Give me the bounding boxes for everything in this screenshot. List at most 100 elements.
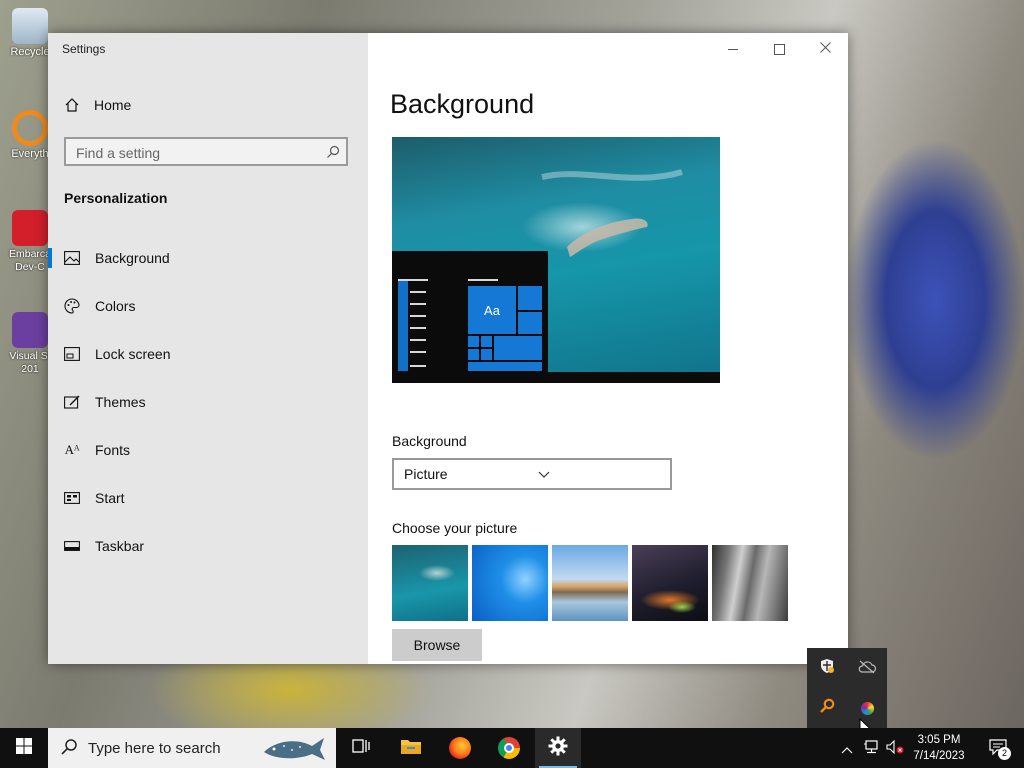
search-icon xyxy=(326,144,340,163)
preview-menu-line xyxy=(468,279,498,281)
show-hidden-icons-button[interactable] xyxy=(836,728,858,768)
sidebar-item-label: Background xyxy=(95,250,170,266)
preview-menu-line xyxy=(410,303,426,305)
home-icon xyxy=(64,97,80,113)
shield-icon xyxy=(819,658,835,678)
start-icon xyxy=(64,490,80,506)
volume-muted-icon xyxy=(886,739,904,758)
preview-taskbar xyxy=(392,372,720,383)
sidebar-item-background[interactable]: Background xyxy=(48,234,368,282)
sidebar-item-label: Taskbar xyxy=(95,538,145,554)
chevron-down-icon xyxy=(528,466,662,482)
preview-menu-line xyxy=(410,339,426,341)
taskbar-search-placeholder: Type here to search xyxy=(88,739,221,757)
preview-menu-line xyxy=(410,315,426,317)
browse-button[interactable]: Browse xyxy=(392,629,482,661)
sidebar-item-taskbar[interactable]: Taskbar xyxy=(48,522,368,570)
sidebar-item-themes[interactable]: Themes xyxy=(48,378,368,426)
taskbar-search-box[interactable]: Type here to search xyxy=(48,728,336,768)
dev-cpp-icon xyxy=(12,210,48,246)
palette-icon xyxy=(64,298,80,314)
find-setting-input[interactable] xyxy=(66,139,318,166)
notification-count-badge: 2 xyxy=(998,747,1011,760)
thumbnail-beach[interactable] xyxy=(552,545,628,621)
themes-icon xyxy=(64,394,80,410)
chrome-icon xyxy=(498,737,520,759)
sidebar-item-label: Lock screen xyxy=(95,346,171,362)
preview-tile xyxy=(493,335,543,361)
thumbnail-windows[interactable] xyxy=(472,545,548,621)
sidebar-item-label: Themes xyxy=(95,394,146,410)
home-link[interactable]: Home xyxy=(64,97,131,113)
search-icon xyxy=(60,738,78,760)
firefox-icon xyxy=(449,737,471,759)
cloud-offline-icon xyxy=(858,659,877,678)
tray-icon-onedrive[interactable] xyxy=(847,648,887,688)
section-title: Personalization xyxy=(64,190,168,206)
sidebar-item-fonts[interactable]: Aᴬ Fonts xyxy=(48,426,368,474)
tray-icon-everything[interactable] xyxy=(807,688,847,728)
sidebar-item-start[interactable]: Start xyxy=(48,474,368,522)
file-explorer-button[interactable] xyxy=(388,728,434,768)
clock-time: 3:05 PM xyxy=(917,734,961,746)
clock-date: 7/14/2023 xyxy=(913,750,965,762)
task-view-button[interactable] xyxy=(338,728,384,768)
preview-menu-line xyxy=(410,365,426,367)
sidebar-item-label: Fonts xyxy=(95,442,131,458)
color-wheel-icon xyxy=(860,701,874,715)
sidebar-item-colors[interactable]: Colors xyxy=(48,282,368,330)
background-type-dropdown[interactable]: Picture xyxy=(392,458,672,490)
thumbnail-night-sky[interactable] xyxy=(632,545,708,621)
recycle-bin-icon xyxy=(12,8,48,44)
firefox-button[interactable] xyxy=(437,728,483,768)
preview-tile xyxy=(467,348,480,361)
picture-thumbnails xyxy=(392,545,792,621)
whale-shark-icon xyxy=(262,734,326,766)
network-button[interactable] xyxy=(860,728,882,768)
dropdown-value: Picture xyxy=(404,466,448,482)
find-setting-box[interactable] xyxy=(64,137,348,166)
gear-icon xyxy=(548,736,568,760)
settings-taskbar-button[interactable] xyxy=(535,728,581,768)
tray-icon-security[interactable] xyxy=(807,648,847,688)
preview-tile-aa: Aa xyxy=(467,285,517,335)
preview-menu-line xyxy=(410,351,426,353)
window-title: Settings xyxy=(62,42,106,56)
preview-tile xyxy=(480,348,493,361)
magnifier-orange-icon xyxy=(819,698,835,718)
background-type-label: Background xyxy=(392,433,467,449)
settings-main: Background Aa Background Picture Choose … xyxy=(368,33,848,664)
lock-screen-icon xyxy=(64,346,80,362)
task-view-icon xyxy=(352,738,370,758)
personalization-nav: Background Colors Lock screen Themes Aᴬ … xyxy=(48,234,368,570)
preview-menu-line xyxy=(410,291,426,293)
tray-overflow-popup xyxy=(807,648,887,728)
sidebar-item-lock-screen[interactable]: Lock screen xyxy=(48,330,368,378)
thumbnail-cliff[interactable] xyxy=(712,545,788,621)
taskbar-clock[interactable]: 3:05 PM 7/14/2023 xyxy=(906,732,972,764)
preview-tile xyxy=(467,335,480,348)
thumbnail-underwater[interactable] xyxy=(392,545,468,621)
background-preview: Aa xyxy=(392,137,720,383)
preview-menu-line xyxy=(398,279,428,281)
home-label: Home xyxy=(94,97,132,113)
network-icon xyxy=(863,739,879,758)
preview-menu-line xyxy=(410,327,426,329)
action-center-button[interactable]: 2 xyxy=(980,728,1020,768)
picture-icon xyxy=(64,250,80,266)
visual-studio-icon xyxy=(12,312,48,348)
volume-button[interactable] xyxy=(884,728,906,768)
preview-tile xyxy=(467,361,543,372)
choose-picture-label: Choose your picture xyxy=(392,520,518,536)
settings-sidebar: Settings Home Personalization Background xyxy=(48,33,368,664)
preview-tile xyxy=(517,311,543,335)
notification-icon: 2 xyxy=(989,738,1011,760)
preview-tile xyxy=(517,285,543,311)
everything-search-icon xyxy=(12,110,48,146)
settings-window: Settings Home Personalization Background xyxy=(48,33,848,664)
preview-tile xyxy=(480,335,493,348)
preview-start-bar xyxy=(398,281,408,371)
chrome-button[interactable] xyxy=(486,728,532,768)
start-button[interactable] xyxy=(0,728,48,768)
chevron-up-icon xyxy=(841,739,853,758)
